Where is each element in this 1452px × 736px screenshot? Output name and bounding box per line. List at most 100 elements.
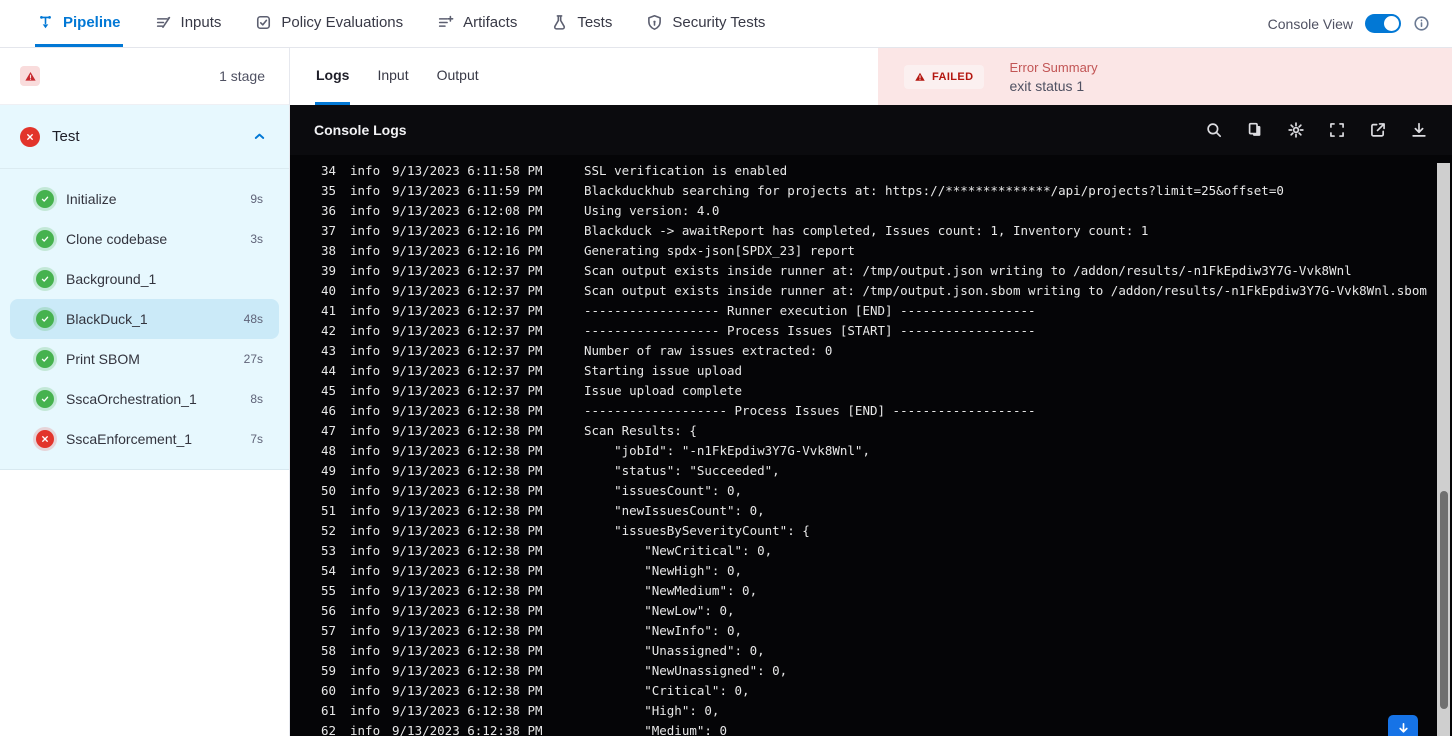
log-timestamp: 9/13/2023 6:12:37 PM xyxy=(392,343,543,358)
stage-panel: Test Initialize 9s Clone codebase 3s Backgro… xyxy=(0,105,289,470)
security-icon xyxy=(646,14,663,31)
log-line-number: 38 xyxy=(320,243,336,258)
log-line: 34 info 9/13/2023 6:11:58 PM SSL verificati… xyxy=(290,161,1452,181)
nav-tab-label: Tests xyxy=(577,13,613,31)
log-message: "Unassigned": 0, xyxy=(584,643,765,658)
log-message: "newIssuesCount": 0, xyxy=(584,503,765,518)
log-line: 43 info 9/13/2023 6:12:37 PM Number of raw … xyxy=(290,341,1452,361)
settings-icon[interactable] xyxy=(1287,121,1305,139)
log-message: "High": 0, xyxy=(584,703,720,718)
log-timestamp: 9/13/2023 6:12:38 PM xyxy=(392,583,543,598)
step-name: SscaEnforcement_1 xyxy=(66,431,193,447)
log-timestamp: 9/13/2023 6:12:38 PM xyxy=(392,463,543,478)
nav-tab-pipeline[interactable]: Pipeline xyxy=(35,0,123,47)
log-line-number: 49 xyxy=(320,463,336,478)
check-circle-icon xyxy=(36,230,54,248)
console-view-toggle[interactable] xyxy=(1365,14,1401,33)
fullscreen-icon[interactable] xyxy=(1328,121,1346,139)
x-circle-icon xyxy=(36,430,54,448)
stage-name: Test xyxy=(52,128,80,145)
log-message: ------------------ Process Issues [START… xyxy=(584,323,1036,338)
log-timestamp: 9/13/2023 6:12:38 PM xyxy=(392,683,543,698)
log-view-tabs: Logs Input Output xyxy=(290,48,878,105)
log-message: Generating spdx-json[SPDX_23] report xyxy=(584,243,855,258)
pipeline-icon xyxy=(37,14,54,31)
copy-icon[interactable] xyxy=(1246,121,1264,139)
console-scrollbar[interactable] xyxy=(1437,163,1450,736)
log-timestamp: 9/13/2023 6:12:38 PM xyxy=(392,623,543,638)
stage-header-test[interactable]: Test xyxy=(0,105,289,169)
log-line: 35 info 9/13/2023 6:11:59 PM Blackduckhub s… xyxy=(290,181,1452,201)
toggle-knob xyxy=(1384,16,1399,31)
log-line: 53 info 9/13/2023 6:12:38 PM "NewCritical"… xyxy=(290,541,1452,561)
log-line-number: 45 xyxy=(320,383,336,398)
log-timestamp: 9/13/2023 6:12:38 PM xyxy=(392,563,543,578)
tab-input[interactable]: Input xyxy=(376,48,409,105)
log-line-number: 58 xyxy=(320,643,336,658)
log-line: 56 info 9/13/2023 6:12:38 PM "NewLow": 0, xyxy=(290,601,1452,621)
log-timestamp: 9/13/2023 6:12:37 PM xyxy=(392,303,543,318)
sidebar-step-clone-codebase[interactable]: Clone codebase 3s xyxy=(10,219,279,259)
log-message: Starting issue upload xyxy=(584,363,743,378)
scrollbar-thumb[interactable] xyxy=(1439,491,1448,709)
sidebar-step-sscaenforcement-1[interactable]: SscaEnforcement_1 7s xyxy=(10,419,279,459)
log-timestamp: 9/13/2023 6:12:08 PM xyxy=(392,203,543,218)
log-level: info xyxy=(350,683,381,698)
log-message: Scan output exists inside runner at: /tm… xyxy=(584,263,1352,278)
log-level: info xyxy=(350,223,381,238)
scroll-to-bottom-button[interactable] xyxy=(1388,715,1418,736)
artifacts-icon xyxy=(437,14,454,31)
log-message: SSL verification is enabled xyxy=(584,163,788,178)
nav-tab-policy-evaluations[interactable]: Policy Evaluations xyxy=(253,0,405,47)
log-timestamp: 9/13/2023 6:12:38 PM xyxy=(392,723,543,736)
tab-output[interactable]: Output xyxy=(436,48,480,105)
sidebar-step-print-sbom[interactable]: Print SBOM 27s xyxy=(10,339,279,379)
log-line-number: 53 xyxy=(320,543,336,558)
chevron-up-icon[interactable] xyxy=(252,129,267,144)
log-line-number: 34 xyxy=(320,163,336,178)
log-timestamp: 9/13/2023 6:12:38 PM xyxy=(392,663,543,678)
check-circle-icon xyxy=(36,390,54,408)
open-in-new-icon[interactable] xyxy=(1369,121,1387,139)
log-line-number: 57 xyxy=(320,623,336,638)
log-message: "NewMedium": 0, xyxy=(584,583,758,598)
nav-tab-artifacts[interactable]: Artifacts xyxy=(435,0,519,47)
sidebar-step-blackduck-1[interactable]: BlackDuck_1 48s xyxy=(10,299,279,339)
log-level: info xyxy=(350,583,381,598)
policy-icon xyxy=(255,14,272,31)
log-timestamp: 9/13/2023 6:12:38 PM xyxy=(392,403,543,418)
download-icon[interactable] xyxy=(1410,121,1428,139)
sidebar-step-sscaorchestration-1[interactable]: SscaOrchestration_1 8s xyxy=(10,379,279,419)
sidebar-step-initialize[interactable]: Initialize 9s xyxy=(10,179,279,219)
nav-tab-tests[interactable]: Tests xyxy=(549,0,614,47)
log-line: 44 info 9/13/2023 6:12:37 PM Starting issue… xyxy=(290,361,1452,381)
log-level: info xyxy=(350,303,381,318)
log-line: 59 info 9/13/2023 6:12:38 PM "NewUnassigne… xyxy=(290,661,1452,681)
sidebar-step-background-1[interactable]: Background_1 xyxy=(10,259,279,299)
step-name: SscaOrchestration_1 xyxy=(66,391,197,407)
log-line: 50 info 9/13/2023 6:12:38 PM "issuesCount"… xyxy=(290,481,1452,501)
nav-tab-inputs[interactable]: Inputs xyxy=(153,0,224,47)
log-message: "NewHigh": 0, xyxy=(584,563,743,578)
log-level: info xyxy=(350,423,381,438)
log-line: 39 info 9/13/2023 6:12:37 PM Scan output ex… xyxy=(290,261,1452,281)
execution-sidebar: 1 stage Test Initialize 9s Clone codebase 3… xyxy=(0,48,290,736)
nav-tab-security-tests[interactable]: Security Tests xyxy=(644,0,767,47)
search-icon[interactable] xyxy=(1205,121,1223,139)
log-message: "issuesCount": 0, xyxy=(584,483,743,498)
step-name: Background_1 xyxy=(66,271,157,287)
tab-logs[interactable]: Logs xyxy=(315,48,351,105)
check-circle-icon xyxy=(36,350,54,368)
log-level: info xyxy=(350,703,381,718)
log-level: info xyxy=(350,183,381,198)
step-name: BlackDuck_1 xyxy=(66,311,148,327)
console-title: Console Logs xyxy=(314,122,407,138)
step-duration: 27s xyxy=(243,352,263,366)
log-line: 47 info 9/13/2023 6:12:38 PM Scan Results: … xyxy=(290,421,1452,441)
log-timestamp: 9/13/2023 6:12:38 PM xyxy=(392,703,543,718)
log-message: "Medium": 0 xyxy=(584,723,727,736)
log-message: "NewInfo": 0, xyxy=(584,623,743,638)
pipeline-failed-warning-icon xyxy=(20,66,40,86)
info-icon[interactable] xyxy=(1413,15,1430,32)
log-timestamp: 9/13/2023 6:12:38 PM xyxy=(392,423,543,438)
